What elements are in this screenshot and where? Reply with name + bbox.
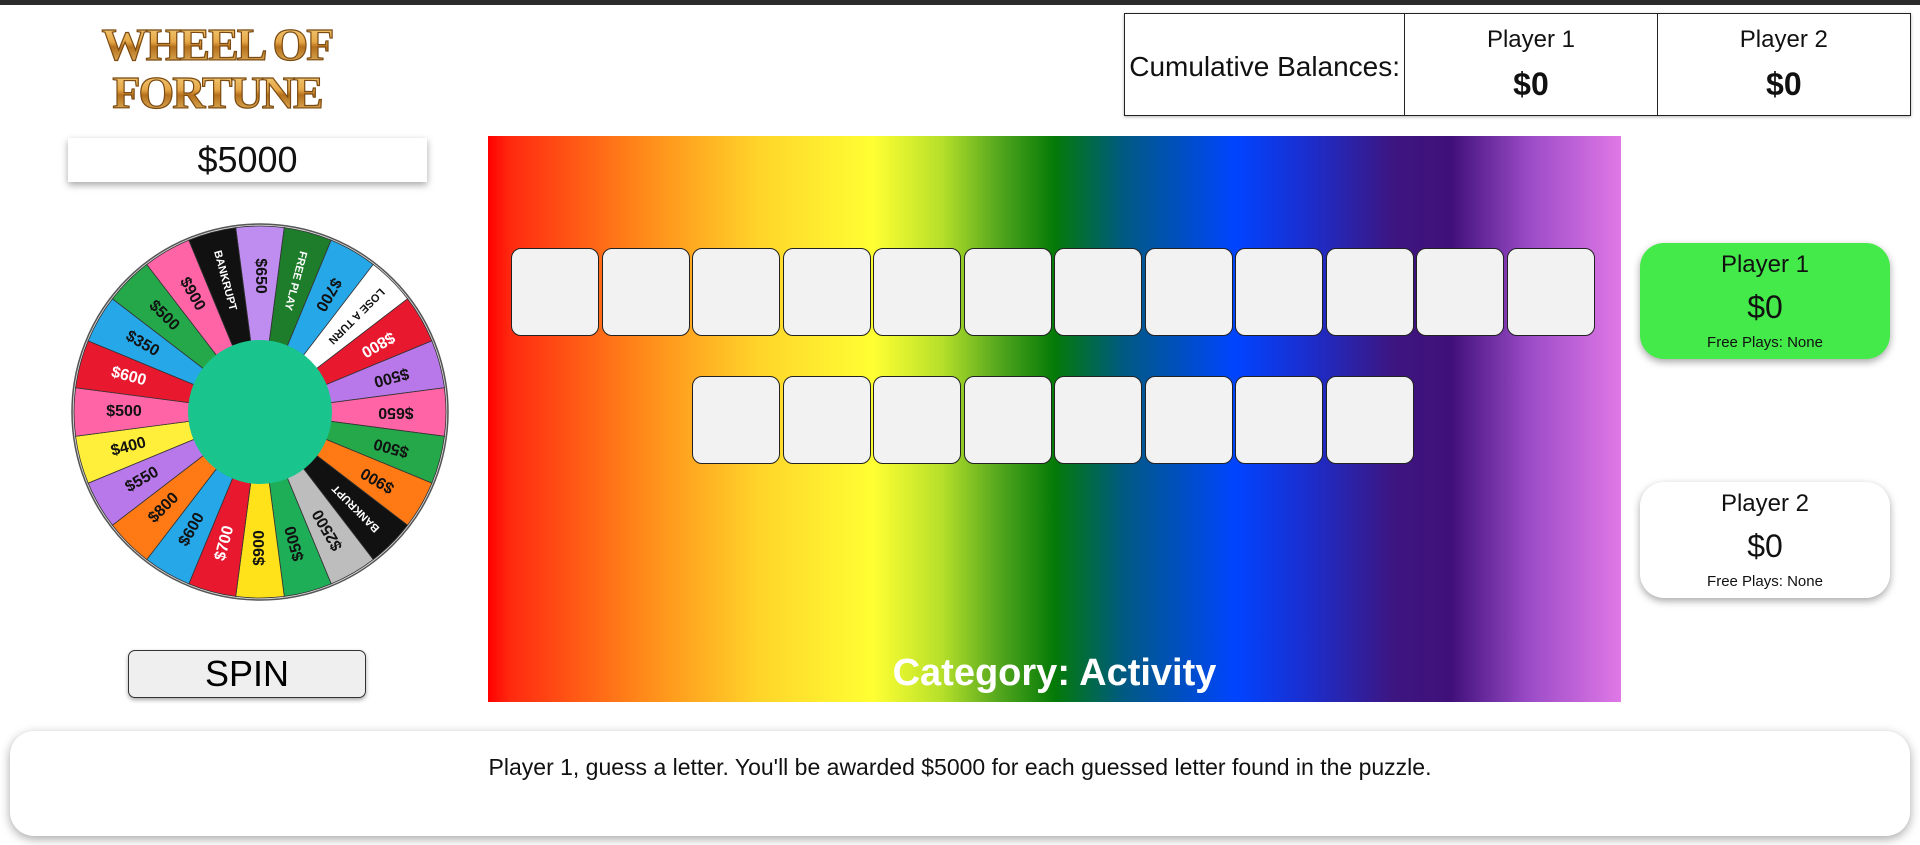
letter-tile xyxy=(601,248,690,336)
player-name: Player 2 xyxy=(1720,490,1810,517)
player-free-plays: Free Plays: None xyxy=(1707,573,1823,590)
letter-tile xyxy=(873,376,961,464)
player-name: Player 1 xyxy=(1720,251,1810,278)
wheel-of-fortune-logo: WHEEL OF FORTUNE xyxy=(82,16,352,118)
letter-tile xyxy=(1235,376,1323,464)
letter-tile xyxy=(963,376,1052,464)
prize-wheel: $650 FREE PLAY $700 LOSE A TURN $800 $500 $650… xyxy=(70,222,450,602)
letter-tile xyxy=(1144,248,1233,336)
letter-tile xyxy=(692,248,780,336)
wheel-segment-label: $650 xyxy=(252,258,269,294)
letter-tile xyxy=(1506,248,1595,336)
category-label: Category: Activity xyxy=(892,652,1217,694)
cumulative-balances-table: Cumulative Balances: Player 1 $0 Player … xyxy=(1124,13,1911,116)
letter-tile xyxy=(1054,376,1142,464)
player-balance: $0 xyxy=(1747,528,1783,564)
letter-tile xyxy=(782,248,871,336)
logo-line-1: WHEEL OF xyxy=(102,19,333,70)
spin-button[interactable]: SPIN xyxy=(128,650,366,698)
player-2-card: Player 2 $0 Free Plays: None xyxy=(1640,482,1890,598)
player-1-card: Player 1 $0 Free Plays: None xyxy=(1640,243,1890,359)
cumulative-player-balance: $0 xyxy=(1766,66,1802,102)
wheel-segment-label: $650 xyxy=(378,404,414,421)
game-message: Player 1, guess a letter. You'll be awar… xyxy=(10,731,1910,836)
letter-tile xyxy=(873,248,961,336)
cumulative-player-1: Player 1 $0 xyxy=(1405,14,1658,115)
letter-tile xyxy=(1144,376,1233,464)
player-free-plays: Free Plays: None xyxy=(1707,334,1823,351)
letter-tile xyxy=(1235,248,1323,336)
letter-tile xyxy=(692,376,780,464)
top-bar xyxy=(0,0,1920,5)
letter-tile xyxy=(963,248,1052,336)
cumulative-player-balance: $0 xyxy=(1513,66,1549,102)
cumulative-player-2: Player 2 $0 xyxy=(1658,14,1910,115)
cumulative-player-name: Player 1 xyxy=(1486,26,1575,53)
player-balance: $0 xyxy=(1747,289,1783,325)
logo-line-2: FORTUNE xyxy=(112,67,322,114)
wheel-hub xyxy=(188,340,332,484)
wheel-segment-label: $900 xyxy=(251,530,268,566)
puzzle-board: Category: Activity xyxy=(488,136,1621,702)
letter-tile xyxy=(511,248,599,336)
letter-tile xyxy=(1054,248,1142,336)
letter-tile xyxy=(1325,248,1414,336)
cumulative-player-name: Player 2 xyxy=(1739,26,1828,53)
current-spin-value: $5000 xyxy=(68,138,427,182)
cumulative-balances-label: Cumulative Balances: xyxy=(1125,14,1406,115)
letter-tile xyxy=(1416,248,1504,336)
letter-tile xyxy=(782,376,871,464)
wheel-segment-label: $500 xyxy=(106,403,142,420)
letter-tile xyxy=(1325,376,1414,464)
